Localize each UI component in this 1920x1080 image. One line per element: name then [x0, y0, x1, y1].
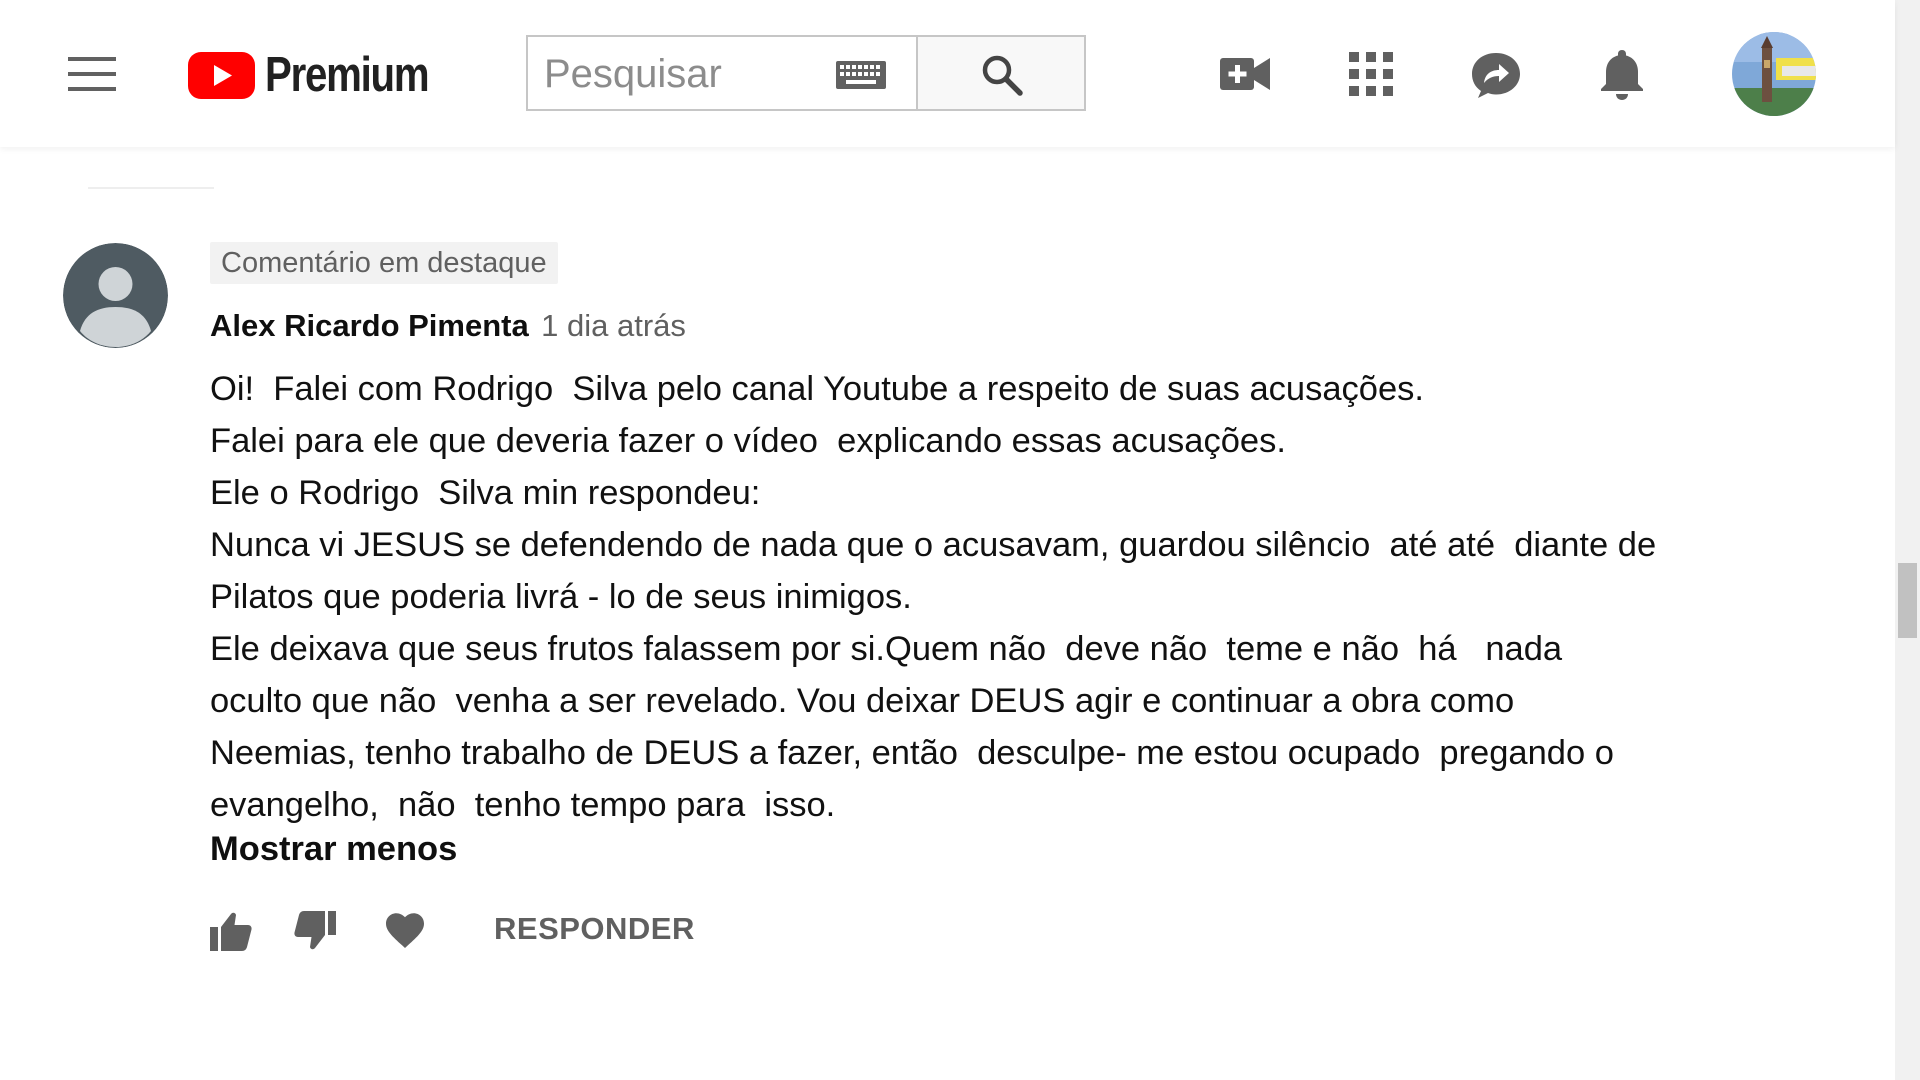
menu-icon[interactable] [68, 55, 120, 93]
section-divider [88, 187, 214, 189]
comment-text-line: oculto que não venha a ser revelado. Vou… [210, 682, 1515, 720]
youtube-premium-logo[interactable]: Premium [188, 48, 464, 102]
comment-text-line: Neemias, tenho trabalho de DEUS a fazer,… [210, 734, 1614, 772]
comment-header: Alex Ricardo Pimenta 1 dia atrás [210, 308, 686, 348]
search-input[interactable] [542, 47, 836, 101]
youtube-page: Premium Pesquisar Comentário em destaque… [0, 0, 1920, 1080]
share-icon[interactable] [1470, 51, 1522, 99]
reply-button[interactable]: RESPONDER [494, 911, 695, 947]
apps-icon[interactable] [1349, 52, 1393, 96]
search-box [526, 35, 916, 111]
comment-text-line: Falei para ele que deveria fazer o vídeo… [210, 422, 1286, 460]
comment-text-line: Nunca vi JESUS se defendendo de nada que… [210, 526, 1657, 564]
show-less-button[interactable]: Mostrar menos [210, 830, 457, 869]
dislike-icon[interactable] [294, 911, 336, 951]
comment-text-line: Oi! Falei com Rodrigo Silva pelo canal Y… [210, 370, 1424, 408]
search-icon [982, 55, 1023, 96]
heart-icon[interactable] [386, 913, 424, 948]
comment-body: Oi! Falei com Rodrigo Silva pelo canal Y… [210, 363, 1750, 831]
create-video-icon[interactable] [1220, 54, 1270, 94]
search-button[interactable] [916, 35, 1086, 111]
like-icon[interactable] [210, 911, 252, 951]
comment-text-line: evangelho, não tenho tempo para isso. [210, 786, 836, 824]
scrollbar-track[interactable] [1895, 0, 1920, 1080]
comment-text-line: Ele deixava que seus frutos falassem por… [210, 630, 1563, 668]
comment-text-line: Ele o Rodrigo Silva min respondeu: [210, 474, 761, 512]
logo-text: Premium [265, 48, 430, 102]
top-header: Premium [0, 0, 1895, 147]
comment-author-avatar[interactable] [63, 243, 168, 348]
comment-text-line: Pilatos que poderia livrá - lo de seus i… [210, 578, 912, 616]
scrollbar-thumb[interactable] [1898, 563, 1917, 638]
youtube-play-icon [188, 51, 255, 99]
default-user-avatar-icon [63, 243, 168, 348]
comment-timestamp[interactable]: 1 dia atrás [541, 308, 686, 343]
account-avatar-image [1732, 32, 1816, 116]
account-avatar[interactable] [1732, 32, 1816, 116]
keyboard-icon[interactable] [836, 61, 886, 89]
notifications-icon[interactable] [1600, 48, 1644, 100]
pinned-comment-badge: Comentário em destaque [210, 242, 558, 284]
comment-author-name[interactable]: Alex Ricardo Pimenta [210, 308, 529, 343]
